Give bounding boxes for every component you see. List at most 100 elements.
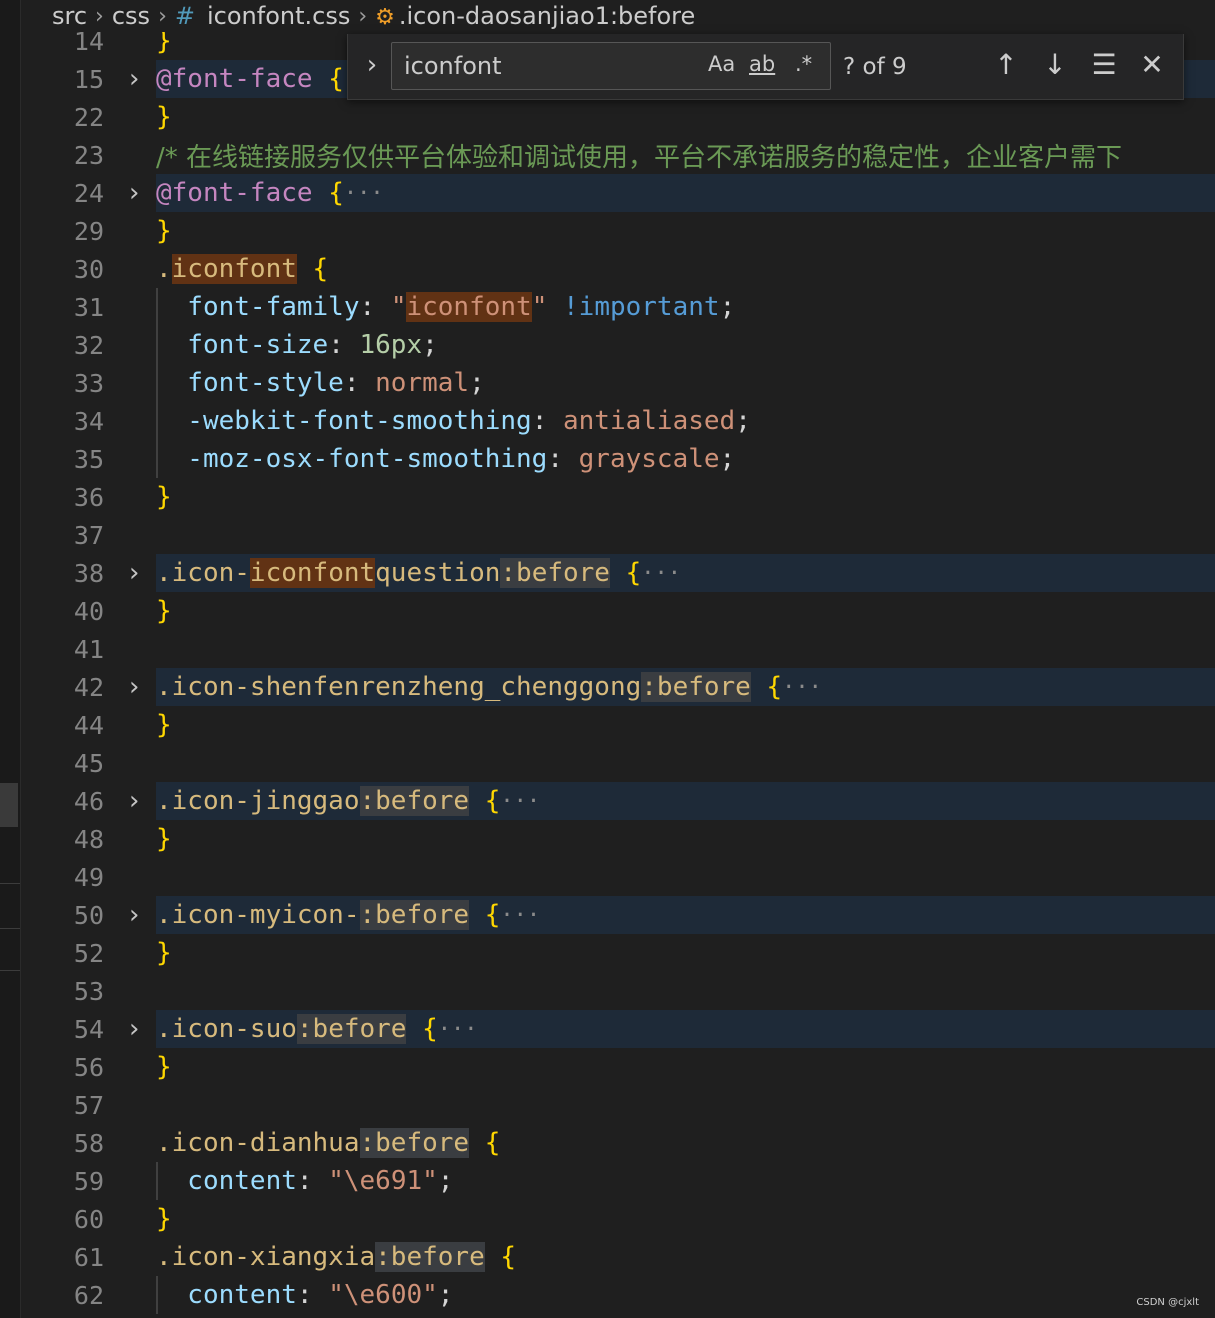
code-text: }: [156, 820, 1215, 858]
close-icon[interactable]: ✕: [1134, 46, 1170, 84]
line-number: 31: [73, 292, 104, 322]
line-number: 33: [73, 368, 104, 398]
breadcrumb-item-file[interactable]: # iconfont.css: [175, 2, 350, 30]
match-whole-word-button[interactable]: ab: [749, 52, 775, 76]
code-line[interactable]: 57: [22, 1086, 1215, 1124]
code-line[interactable]: 36}: [22, 478, 1215, 516]
line-number: 48: [73, 824, 104, 854]
code-line[interactable]: 63}: [22, 1314, 1215, 1318]
code-line[interactable]: 61 .icon-xiangxia:before {: [22, 1238, 1215, 1276]
code-token: 16px: [359, 330, 423, 360]
line-number: 49: [73, 862, 104, 892]
breadcrumb-item-symbol[interactable]: ⚙ .icon-daosanjiao1:before: [375, 2, 695, 30]
code-line[interactable]: 38 › .icon-iconfont question:before {···: [22, 554, 1215, 592]
find-in-selection-icon[interactable]: ☰: [1086, 46, 1122, 84]
match-case-button[interactable]: Aa: [708, 52, 735, 76]
code-line[interactable]: 23 /* 在线链接服务仅供平台体验和调试使用，平台不承诺服务的稳定性，企业客户需…: [22, 136, 1215, 174]
code-line[interactable]: 52}: [22, 934, 1215, 972]
line-number: 36: [73, 482, 104, 512]
next-match-arrow-down-icon[interactable]: ↓: [1037, 46, 1073, 84]
toggle-replace-chevron-icon[interactable]: ›: [358, 50, 386, 82]
code-line[interactable]: 37: [22, 516, 1215, 554]
code-line[interactable]: 49: [22, 858, 1215, 896]
code-token: }: [156, 216, 172, 246]
code-text: -webkit-font-smoothing: antialiased;: [156, 402, 1215, 440]
fold-chevron-right-icon[interactable]: ›: [122, 1014, 146, 1044]
code-line[interactable]: 50 › .icon-myicon-:before {···: [22, 896, 1215, 934]
code-text: .icon-suo:before {···: [156, 1010, 1215, 1048]
code-text: font-style: normal;: [156, 364, 1215, 402]
code-token: {: [484, 786, 501, 816]
code-token: .: [156, 254, 172, 284]
line-number: 46: [73, 786, 104, 816]
code-token: ;: [422, 330, 438, 360]
watermark: CSDN @cjxlt: [1136, 1297, 1199, 1308]
code-line[interactable]: 44}: [22, 706, 1215, 744]
fold-chevron-right-icon[interactable]: ›: [122, 900, 146, 930]
code-line[interactable]: 62 content: "\e600";: [22, 1276, 1215, 1314]
code-line[interactable]: 46 › .icon-jinggao:before {···: [22, 782, 1215, 820]
find-match-highlight: iconfont: [171, 254, 297, 284]
code-token: ;: [437, 1280, 454, 1310]
code-token: ": [531, 292, 548, 322]
fold-chevron-right-icon[interactable]: ›: [122, 786, 146, 816]
line-number: 50: [73, 900, 104, 930]
code-line[interactable]: 42 › .icon-shenfenrenzheng_chenggong:befor…: [22, 668, 1215, 706]
code-editor[interactable]: 14}15›@font-face {···22}23/* 在线链接服务仅供平台体…: [22, 32, 1215, 1318]
code-token: .icon-xiangxia: [156, 1242, 376, 1272]
code-line[interactable]: 29}: [22, 212, 1215, 250]
code-token: }: [156, 824, 172, 854]
code-line[interactable]: 24 › @font-face {···: [22, 174, 1215, 212]
fold-chevron-right-icon[interactable]: ›: [122, 558, 146, 588]
line-number: 59: [73, 1166, 104, 1196]
code-line[interactable]: 30. iconfont {: [22, 250, 1215, 288]
code-line[interactable]: 35 -moz-osx-font-smoothing: grayscale;: [22, 440, 1215, 478]
find-input[interactable]: iconfont Aa ab .*: [391, 42, 831, 90]
code-token: :: [296, 1280, 329, 1310]
code-line[interactable]: 48}: [22, 820, 1215, 858]
code-line[interactable]: 41: [22, 630, 1215, 668]
code-line[interactable]: 32 font-size: 16px;: [22, 326, 1215, 364]
line-number: 44: [73, 710, 104, 740]
code-line[interactable]: 53: [22, 972, 1215, 1010]
code-line[interactable]: 40}: [22, 592, 1215, 630]
code-token: -webkit-font-smoothing: [156, 406, 532, 436]
previous-match-arrow-up-icon[interactable]: ↑: [988, 46, 1024, 84]
breadcrumb: src › css › # iconfont.css › ⚙ .icon-daosa…: [22, 0, 1215, 32]
code-line[interactable]: 56}: [22, 1048, 1215, 1086]
fold-chevron-right-icon[interactable]: ›: [122, 64, 146, 94]
code-token: font-family: [156, 292, 360, 322]
breadcrumb-item-src[interactable]: src: [52, 2, 87, 30]
code-text: }: [156, 706, 1215, 744]
code-line[interactable]: 45: [22, 744, 1215, 782]
fold-chevron-right-icon[interactable]: ›: [122, 672, 146, 702]
code-token: }: [156, 1052, 172, 1082]
code-line[interactable]: 22}: [22, 98, 1215, 136]
code-line[interactable]: 54 › .icon-suo:before {···: [22, 1010, 1215, 1048]
code-token: !important: [563, 292, 720, 322]
code-token: :: [547, 444, 579, 474]
code-token: ···: [782, 674, 822, 700]
code-token: @font-face: [156, 178, 313, 208]
code-line[interactable]: 31 font-family: " iconfont " !important;: [22, 288, 1215, 326]
code-line[interactable]: 34 -webkit-font-smoothing: antialiased;: [22, 402, 1215, 440]
code-token: ···: [641, 560, 682, 586]
code-line[interactable]: 58 .icon-dianhua:before {: [22, 1124, 1215, 1162]
code-token: .icon-myicon-: [156, 900, 360, 930]
fold-chevron-right-icon[interactable]: ›: [122, 178, 146, 208]
breadcrumb-item-css[interactable]: css: [112, 2, 150, 30]
code-line[interactable]: 33 font-style: normal;: [22, 364, 1215, 402]
code-line[interactable]: 59 content: "\e691";: [22, 1162, 1215, 1200]
code-text: .icon-shenfenrenzheng_chenggong:before {…: [156, 668, 1215, 706]
line-number: 41: [73, 634, 104, 664]
use-regex-button[interactable]: .*: [795, 52, 812, 76]
code-line[interactable]: 60}: [22, 1200, 1215, 1238]
code-token: }: [156, 938, 172, 968]
code-token: ;: [735, 406, 751, 436]
code-token: {: [625, 558, 642, 588]
